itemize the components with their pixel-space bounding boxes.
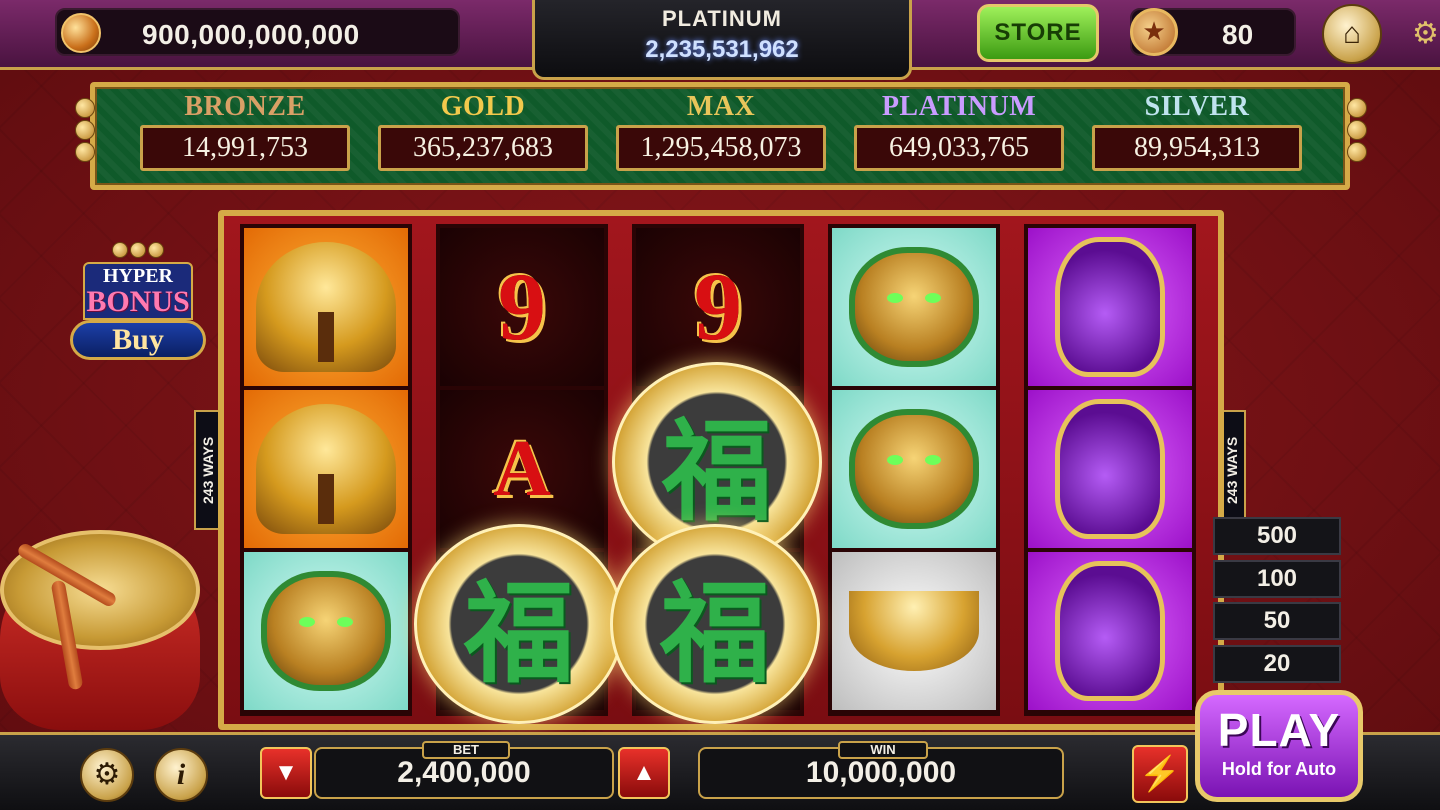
bonus-text: BONUS	[86, 285, 190, 318]
fu-coin-symbol: 福	[414, 524, 624, 724]
gear-icon: ⚙	[93, 758, 121, 791]
quick-bet-50[interactable]: 50	[1213, 602, 1341, 640]
jackpot-gold: GOLD 365,237,683	[378, 91, 588, 171]
top-bar: 900,000,000,000 PLATINUM 2,235,531,962 S…	[0, 0, 1440, 80]
play-label: PLAY	[1217, 704, 1341, 756]
win-value: 10,000,000	[805, 756, 957, 789]
nine-symbol: 9	[440, 228, 604, 386]
jackpot-label: BRONZE	[184, 91, 306, 122]
fu-lion-symbol	[832, 390, 996, 548]
drum-decoration	[0, 530, 200, 730]
bet-field: BET 2,400,000	[314, 741, 614, 799]
purple-vase-symbol	[1028, 228, 1192, 386]
win-field: WIN 10,000,000	[698, 741, 1064, 799]
info-icon: i	[176, 758, 186, 791]
win-label: WIN	[838, 741, 928, 759]
jackpot-max: MAX 1,295,458,073	[616, 91, 826, 171]
store-button[interactable]: STORE	[977, 4, 1099, 62]
jackpot-value: 89,954,313	[1092, 125, 1302, 171]
bet-increase-button[interactable]: ▲	[618, 747, 670, 799]
jackpot-value: 14,991,753	[140, 125, 350, 171]
turbo-button[interactable]: ⚡	[1132, 745, 1188, 803]
fu-lion-symbol	[832, 228, 996, 386]
jackpot-silver: SILVER 89,954,313	[1092, 91, 1302, 171]
reel-4	[828, 224, 1000, 716]
hyper-bonus-logo: HYPER BONUS	[83, 262, 193, 320]
jackpot-label: MAX	[686, 91, 756, 122]
lightning-icon: ⚡	[1138, 755, 1182, 793]
reel-5	[1024, 224, 1196, 716]
fu-lion-symbol	[244, 552, 408, 710]
jackpot-platinum: PLATINUM 649,033,765	[854, 91, 1064, 171]
play-button[interactable]: PLAY Hold for Auto	[1195, 690, 1363, 802]
arrow-up-icon: ▲	[632, 759, 656, 786]
tier-status[interactable]: PLATINUM 2,235,531,962	[532, 0, 912, 80]
jackpot-value: 1,295,458,073	[616, 125, 826, 171]
hyper-bonus-buy[interactable]: HYPER BONUS Buy	[70, 242, 206, 364]
settings-button[interactable]: ⚙	[80, 748, 134, 802]
jackpot-panel: BRONZE 14,991,753 GOLD 365,237,683 MAX 1…	[90, 82, 1350, 190]
purple-vase-symbol	[1028, 390, 1192, 548]
coins-icon	[70, 242, 206, 260]
purple-vase-symbol	[1028, 552, 1192, 710]
reel-1	[240, 224, 412, 716]
jackpot-label: PLATINUM	[881, 91, 1037, 122]
coin-balance[interactable]: 900,000,000,000	[55, 8, 460, 56]
jackpot-value: 649,033,765	[854, 125, 1064, 171]
hyper-text: HYPER	[103, 265, 173, 287]
tier-name: PLATINUM	[661, 6, 783, 31]
quick-bet-100[interactable]: 100	[1213, 560, 1341, 598]
buy-button[interactable]: Buy	[70, 320, 206, 360]
quick-bet-500[interactable]: 500	[1213, 517, 1341, 555]
gear-icon[interactable]: ⚙	[1412, 12, 1440, 56]
player-level[interactable]: ★ 80	[1130, 8, 1296, 56]
player-level-value: 80	[1222, 19, 1254, 50]
bet-decrease-button[interactable]: ▼	[260, 747, 312, 799]
money-tree-symbol	[244, 228, 408, 386]
coin-balance-value: 900,000,000,000	[142, 19, 360, 50]
coin-stack-decoration	[1344, 96, 1370, 166]
money-tree-symbol	[244, 390, 408, 548]
star-medal-icon: ★	[1130, 8, 1178, 56]
arrow-down-icon: ▼	[274, 759, 298, 786]
coin-stack-decoration	[72, 96, 98, 166]
jackpot-label: GOLD	[440, 91, 526, 122]
jackpot-value: 365,237,683	[378, 125, 588, 171]
coin-icon	[61, 13, 101, 53]
jackpot-bronze: BRONZE 14,991,753	[140, 91, 350, 171]
tier-points: 2,235,531,962	[645, 36, 799, 63]
home-button[interactable]: ⌂	[1322, 4, 1382, 64]
gold-ingot-symbol	[832, 552, 996, 710]
jackpot-label: SILVER	[1144, 91, 1250, 122]
bet-label: BET	[422, 741, 510, 759]
bet-value: 2,400,000	[397, 756, 531, 789]
play-sublabel: Hold for Auto	[1221, 759, 1337, 779]
home-icon: ⌂	[1342, 17, 1362, 50]
quick-bet-20[interactable]: 20	[1213, 645, 1341, 683]
fu-coin-symbol: 福	[610, 524, 820, 724]
info-button[interactable]: i	[154, 748, 208, 802]
